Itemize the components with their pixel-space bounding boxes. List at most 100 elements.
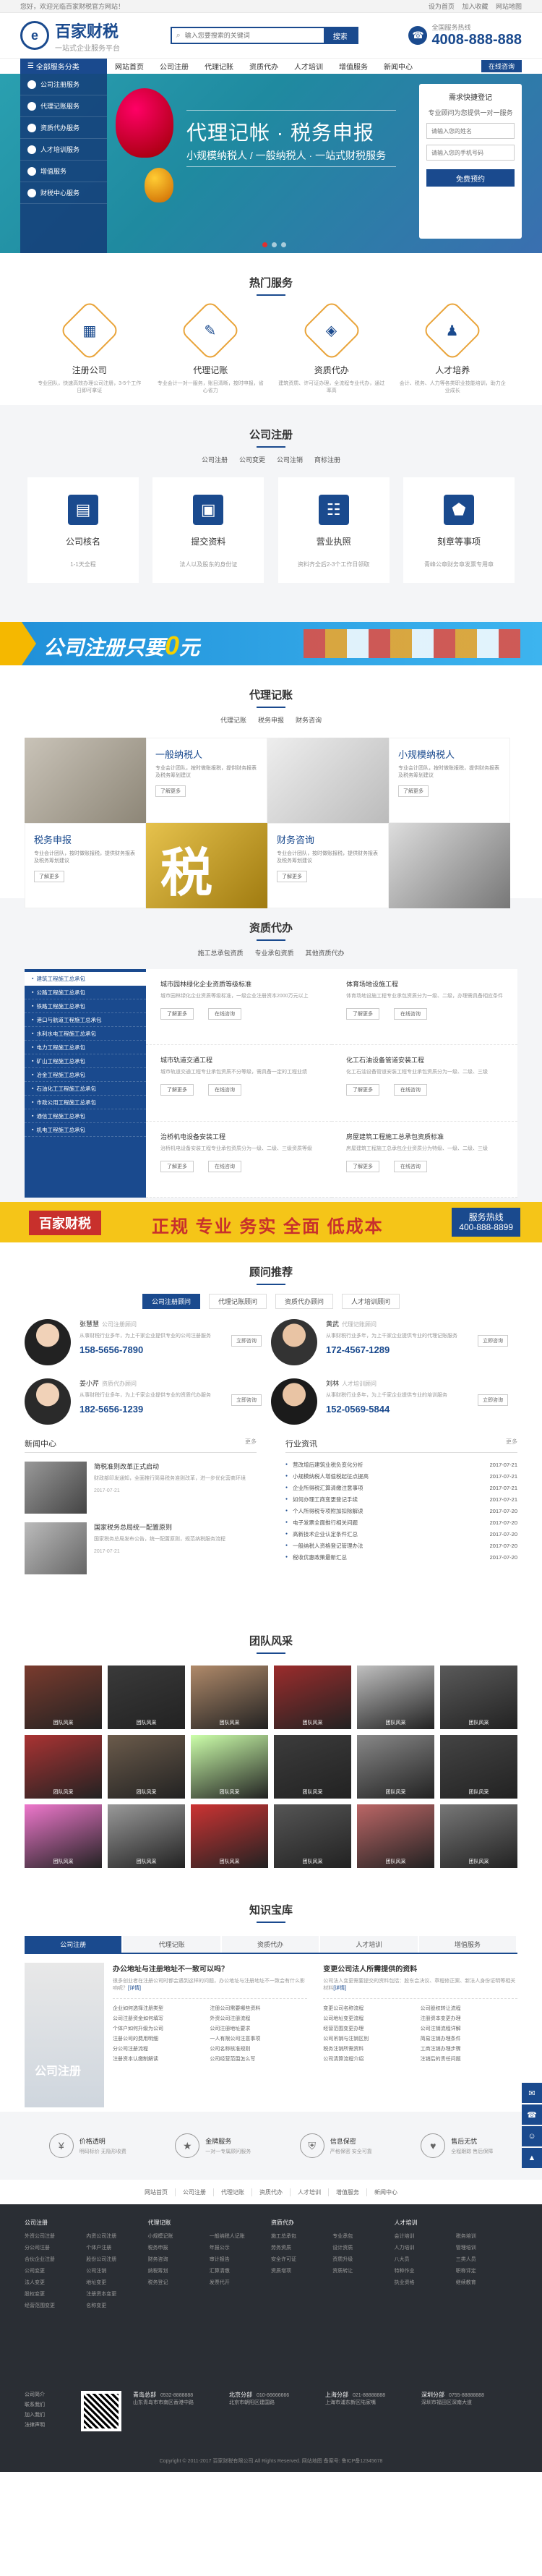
footer-link[interactable]: 公司注销 (86, 2267, 147, 2274)
promo-banner-zero-cost[interactable]: 公司注册只要0元 (0, 622, 542, 665)
consult-button[interactable]: 在线咨询 (481, 60, 522, 72)
team-photo[interactable]: 团队风采 (357, 1735, 434, 1799)
qualification-list-item[interactable]: 矿山工程施工总承包 (25, 1054, 146, 1068)
service-card[interactable]: ♟ 人才培养 会计、税务、人力等各类职业技能培训，助力企业成长 (398, 299, 507, 395)
learn-more-button[interactable]: 了解更多 (346, 1084, 379, 1096)
logo[interactable]: e 百家财税 一站式企业服务平台 (20, 19, 120, 53)
detail-link[interactable]: [详情] (128, 1986, 141, 1991)
footer-link[interactable]: 公司变更 (25, 2267, 86, 2274)
search-button[interactable]: 搜索 (323, 28, 357, 43)
reg-step-card[interactable]: ▤ 公司核名 1-1天全程 (27, 477, 139, 583)
team-photo[interactable]: 团队风采 (274, 1666, 351, 1729)
side-menu-item[interactable]: 公司注册服务 (20, 74, 107, 95)
footer-link[interactable]: 资质增项 (271, 2267, 332, 2274)
ask-button[interactable]: 立即咨询 (478, 1335, 508, 1347)
footer-link[interactable]: 资质升级 (332, 2256, 394, 2263)
team-photo[interactable]: 团队风采 (274, 1804, 351, 1868)
footer-link[interactable]: 股份公司注册 (86, 2256, 147, 2263)
qualification-list-item[interactable]: 公路工程施工总承包 (25, 986, 146, 999)
knowledge-link[interactable]: 外资公司注册流程 (210, 2015, 306, 2025)
footer-link[interactable]: 审计报告 (210, 2256, 271, 2263)
knowledge-headline[interactable]: 办公地址与注册地址不一致可以吗？ (113, 1963, 307, 1974)
tab-train-advisor[interactable]: 人才培训顾问 (342, 1294, 400, 1309)
qualification-list-item[interactable]: 机电工程施工总承包 (25, 1123, 146, 1137)
footer-link[interactable]: 发票代开 (210, 2279, 271, 2286)
qualification-list-item[interactable]: 水利水电工程施工总承包 (25, 1027, 146, 1041)
team-photo[interactable]: 团队风采 (191, 1804, 268, 1868)
footer-link[interactable]: 财务咨询 (148, 2256, 210, 2263)
consult-button[interactable]: 在线咨询 (394, 1008, 427, 1020)
industry-item[interactable]: 电子发票全面推行相关问题2017-07-20 (285, 1517, 517, 1528)
footer-link[interactable]: 纳税筹划 (148, 2267, 210, 2274)
side-menu-item[interactable]: 资质代办服务 (20, 117, 107, 139)
team-photo[interactable]: 团队风采 (191, 1735, 268, 1799)
tab-specialty-contract[interactable]: 专业承包资质 (249, 948, 299, 958)
footer-link[interactable]: 三类人员 (456, 2256, 517, 2263)
tab-reg-advisor[interactable]: 公司注册顾问 (142, 1294, 200, 1309)
tab-tax-filing[interactable]: 税务申报 (252, 715, 290, 725)
consult-button[interactable]: 在线咨询 (394, 1160, 427, 1172)
qualification-title[interactable]: 城市园林绿化企业资质等级标准 (160, 979, 322, 989)
team-photo[interactable]: 团队风采 (108, 1666, 185, 1729)
qualification-list-item[interactable]: 港口与航道工程施工总承包 (25, 1013, 146, 1027)
knowledge-link[interactable]: 注册资本认缴制解读 (113, 2055, 210, 2065)
qualification-title[interactable]: 治桥机电设备安装工程 (160, 1132, 322, 1141)
tab-acct-advisor[interactable]: 代理记账顾问 (208, 1294, 267, 1309)
knowledge-link[interactable]: 分公司注册流程 (113, 2045, 210, 2055)
knowledge-link[interactable]: 公司吊销与注销区别 (323, 2035, 420, 2045)
set-home-link[interactable]: 设为首页 (429, 3, 455, 10)
knowledge-link[interactable]: 注册公司需要哪些资料 (210, 2005, 306, 2015)
nav-item-training[interactable]: 人才培训 (286, 61, 331, 72)
tab-general-contract[interactable]: 施工总承包资质 (192, 948, 249, 958)
team-photo[interactable]: 团队风采 (440, 1666, 517, 1729)
footer-link[interactable]: 法人变更 (25, 2279, 86, 2286)
footer-link[interactable]: 管理培训 (456, 2244, 517, 2251)
footer-link[interactable]: 年报公示 (210, 2244, 271, 2251)
learn-more-button[interactable]: 了解更多 (346, 1008, 379, 1020)
qualification-list-item[interactable]: 通信工程施工总承包 (25, 1109, 146, 1123)
consult-button[interactable]: 在线咨询 (208, 1160, 241, 1172)
team-photo[interactable]: 团队风采 (25, 1735, 102, 1799)
submit-button[interactable]: 免费预约 (426, 169, 515, 187)
footer-link[interactable]: 施工总承包 (271, 2232, 332, 2240)
promo-banner-slogan[interactable]: 百家财税 正规 专业 务实 全面 低成本 服务热线 400-888-8899 (0, 1202, 542, 1242)
qualification-list-item[interactable]: 电力工程施工总承包 (25, 1041, 146, 1054)
footer-link[interactable]: 汇算清缴 (210, 2267, 271, 2274)
service-card[interactable]: ◈ 资质代办 建筑资质、许可证办理，全流程专业代办，通过率高 (278, 299, 386, 395)
qualification-list-item[interactable]: 铁路工程施工总承包 (25, 999, 146, 1013)
knowledge-link[interactable]: 经营范围变更办理 (323, 2025, 420, 2035)
footer-link[interactable]: 联系我们 (25, 2401, 75, 2408)
ask-button[interactable]: 立即咨询 (231, 1394, 262, 1406)
footer-link[interactable]: 劳务资质 (271, 2244, 332, 2251)
detail-link[interactable]: [详情] (333, 1986, 346, 1991)
qualification-list-item[interactable]: 建筑工程施工总承包 (25, 972, 146, 986)
carousel-dot[interactable] (281, 242, 286, 247)
footer-link[interactable]: 人力培训 (395, 2244, 456, 2251)
footer-link[interactable]: 股权变更 (25, 2290, 86, 2298)
more-link[interactable]: 更多 (506, 1438, 517, 1449)
side-menu-item[interactable]: 人才培训服务 (20, 139, 107, 161)
nav-item-news[interactable]: 新闻中心 (376, 61, 421, 72)
footer-link[interactable]: 内资公司注册 (86, 2232, 147, 2240)
knowledge-link[interactable]: 工商注销办理步骤 (421, 2045, 517, 2055)
footer-nav-item[interactable]: 资质代办 (252, 2188, 291, 2196)
nav-item-qualification[interactable]: 资质代办 (241, 61, 286, 72)
consult-button[interactable]: 在线咨询 (394, 1084, 427, 1096)
industry-item[interactable]: 个人所得税专项附加扣除解读2017-07-20 (285, 1505, 517, 1517)
reg-step-card[interactable]: ☷ 营业执照 资料齐全后2-3个工作日领取 (278, 477, 390, 583)
footer-link[interactable]: 法律声明 (25, 2421, 75, 2428)
qualification-title[interactable]: 房屋建筑工程施工总承包资质标准 (346, 1132, 507, 1141)
more-link[interactable]: 更多 (245, 1438, 257, 1449)
team-photo[interactable]: 团队风采 (274, 1735, 351, 1799)
team-photo[interactable]: 团队风采 (108, 1804, 185, 1868)
tab-company-reg[interactable]: 公司注册 (196, 455, 233, 464)
industry-item[interactable]: 税收优惠政策最新汇总2017-07-20 (285, 1551, 517, 1563)
tab-knowledge-qual[interactable]: 资质代办 (221, 1936, 319, 1953)
knowledge-link[interactable]: 个体户如何升级为公司 (113, 2025, 210, 2035)
industry-item[interactable]: 营改增后建筑业税负变化分析2017-07-21 (285, 1459, 517, 1470)
team-photo[interactable]: 团队风采 (108, 1735, 185, 1799)
knowledge-link[interactable]: 企业如何选择注册类型 (113, 2005, 210, 2015)
footer-link[interactable]: 地址变更 (86, 2279, 147, 2286)
learn-more-button[interactable]: 了解更多 (160, 1008, 194, 1020)
learn-more-button[interactable]: 了解更多 (155, 785, 186, 797)
